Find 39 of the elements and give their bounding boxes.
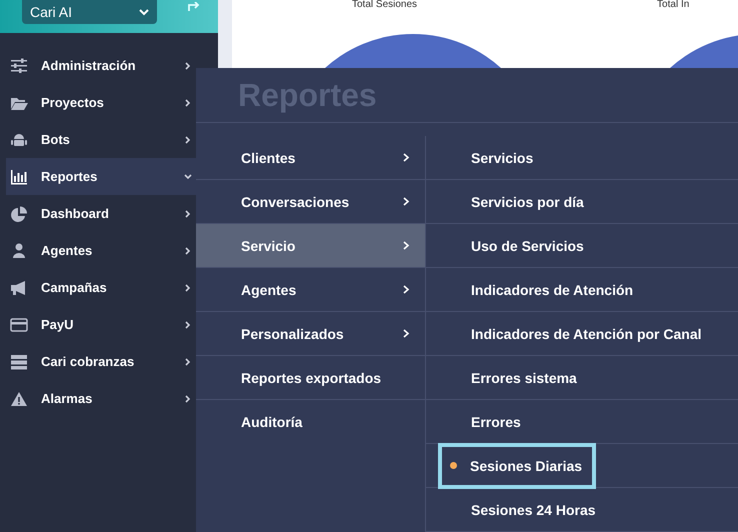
sidebar-item-label: Reportes [41, 169, 98, 184]
megaphone-icon [10, 280, 28, 296]
logout-icon[interactable] [188, 2, 202, 12]
pie-chart-icon [10, 206, 28, 222]
server-icon [10, 354, 28, 370]
report-item[interactable]: Errores sistema [426, 370, 577, 386]
caret-icon [139, 8, 149, 16]
sidebar-item-label: Bots [41, 132, 71, 147]
report-item[interactable]: Errores [426, 414, 521, 430]
report-item[interactable]: Sesiones Diarias [438, 442, 596, 488]
sidebar-item-label: Alarmas [41, 391, 94, 406]
category-item[interactable]: Personalizados [196, 312, 425, 356]
account-select[interactable]: Cari AI [22, 0, 157, 24]
category-item[interactable]: Reportes exportados [196, 356, 425, 400]
user-icon [10, 242, 28, 258]
report-item[interactable]: Uso de Servicios [426, 238, 584, 254]
report-item[interactable]: Sesiones 24 Horas [426, 502, 596, 518]
sidebar-item-label: Campañas [41, 280, 108, 295]
report-item[interactable]: Indicadores de Atención por Canal [426, 326, 702, 342]
warning-icon [10, 390, 28, 406]
report-item[interactable]: Servicios [426, 150, 534, 166]
bar-chart-icon [10, 168, 28, 184]
category-item[interactable]: Clientes [196, 136, 425, 180]
category-item[interactable]: Servicio [196, 224, 425, 268]
sidebar-item-label: Cari cobranzas [41, 354, 136, 369]
report-item[interactable]: Servicios por día [426, 194, 584, 210]
sliders-icon [10, 58, 28, 74]
category-item[interactable]: Agentes [196, 268, 425, 312]
sidebar-item-label: Agentes [41, 243, 94, 258]
robot-icon [10, 132, 28, 148]
sidebar-item-label: Dashboard [41, 206, 110, 221]
bullet-dot [450, 462, 457, 469]
card-title: Total In [657, 0, 690, 10]
sidebar-item-label: Proyectos [41, 95, 105, 110]
credit-card-icon [10, 316, 28, 332]
sidebar-item-label: Administración [41, 58, 137, 73]
card-title: Total Sesiones [352, 0, 418, 10]
report-item[interactable]: Indicadores de Atención [426, 282, 634, 298]
sidebar-item-label: PayU [41, 317, 75, 332]
